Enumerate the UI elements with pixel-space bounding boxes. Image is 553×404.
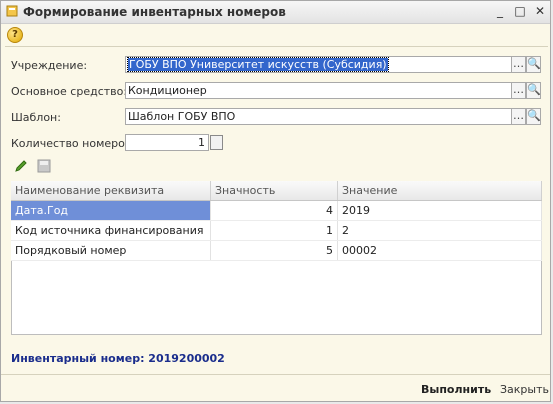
table-row[interactable]: Порядковый номер 5 00002 [11,240,542,261]
requisites-table: Наименование реквизита Значность Значени… [11,181,542,261]
window-title: Формирование инвентарных номеров [23,5,286,19]
asset-label: Основное средство: [11,85,128,98]
run-button[interactable]: Выполнить [421,383,491,396]
divider [5,46,548,47]
row-digits: 4 [210,200,338,221]
column-header-digits[interactable]: Значность [210,181,338,201]
count-input[interactable]: 1 [125,134,209,151]
count-label: Количество номеров: [11,137,136,150]
row-digits: 1 [210,220,338,241]
maximize-button[interactable]: □ [512,4,528,19]
minimize-button[interactable]: _ [492,4,508,19]
row-name: Порядковый номер [11,240,211,261]
row-value: 00002 [337,240,542,261]
save-icon[interactable] [37,159,51,173]
help-icon[interactable]: ? [7,27,23,43]
search-icon[interactable]: 🔍 [526,108,541,125]
column-header-value[interactable]: Значение [337,181,542,201]
table-row[interactable]: Дата.Год 4 2019 [11,200,542,221]
title-bar: Формирование инвентарных номеров _ □ ✕ [1,1,550,24]
template-field[interactable]: Шаблон ГОБУ ВПО [125,108,512,125]
select-button[interactable]: … [511,82,526,99]
row-value: 2019 [337,200,542,221]
select-button[interactable]: … [511,56,526,73]
template-value: Шаблон ГОБУ ВПО [128,110,236,123]
institution-value: ГОБУ ВПО Университет искусств (Субсидия) [127,57,389,72]
app-icon [6,5,18,17]
calculator-icon[interactable] [210,135,223,150]
asset-field[interactable]: Кондиционер [125,82,512,99]
close-window-button[interactable]: ✕ [532,4,548,19]
table-row[interactable]: Код источника финансирования 1 2 [11,220,542,241]
asset-value: Кондиционер [128,84,207,97]
search-icon[interactable]: 🔍 [526,56,541,73]
search-icon[interactable]: 🔍 [526,82,541,99]
row-name: Код источника финансирования [11,220,211,241]
institution-label: Учреждение: [11,59,88,72]
row-name: Дата.Год [11,200,211,221]
dialog-window: Формирование инвентарных номеров _ □ ✕ ?… [0,0,551,402]
bottom-bar: Выполнить Закрыть [1,374,550,404]
template-label: Шаблон: [11,111,61,124]
edit-icon[interactable] [14,159,28,173]
close-button[interactable]: Закрыть [500,383,549,396]
row-digits: 5 [210,240,338,261]
select-button[interactable]: … [511,108,526,125]
column-header-name[interactable]: Наименование реквизита [11,181,211,201]
row-value: 2 [337,220,542,241]
inventory-number-text: Инвентарный номер: 2019200002 [11,352,225,365]
institution-field[interactable]: ГОБУ ВПО Университет искусств (Субсидия) [125,56,512,73]
